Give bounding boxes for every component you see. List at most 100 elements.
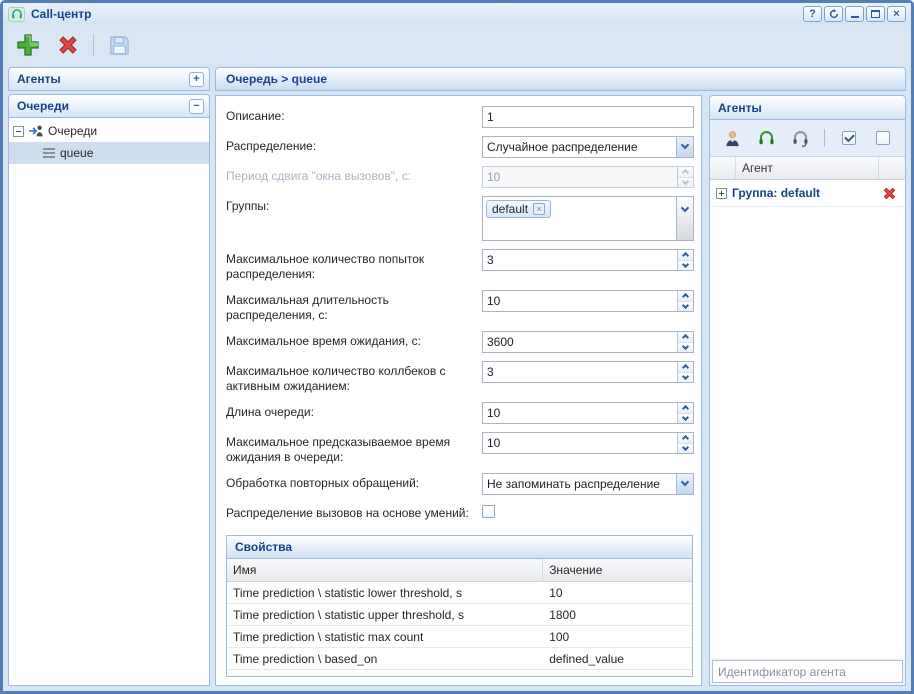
properties-header: Свойства (227, 536, 692, 559)
properties-table-header: Имя Значение (227, 559, 692, 582)
field-predicted-wait-label: Максимальное предсказываемое время ожида… (226, 432, 482, 465)
red-x-icon (881, 185, 898, 202)
online-agents-button[interactable] (756, 127, 777, 149)
window-controls: ? × (803, 6, 906, 22)
agent-filter-button[interactable] (722, 127, 743, 149)
help-button[interactable]: ? (803, 6, 822, 22)
agents-footer (710, 658, 905, 685)
spinner-up-icon[interactable] (678, 250, 693, 260)
red-x-icon (55, 32, 81, 58)
table-row[interactable]: Time prediction \ statistic upper thresh… (227, 604, 692, 626)
save-button[interactable] (104, 30, 134, 60)
agent-column-header[interactable]: Агент (736, 157, 879, 179)
spinner-up-icon[interactable] (678, 332, 693, 342)
checkbox-unchecked-icon (876, 131, 890, 145)
column-value-header[interactable]: Значение (543, 559, 692, 581)
description-input[interactable] (482, 106, 694, 128)
queues-tree: Очереди queue (8, 118, 210, 686)
tag-close-icon[interactable]: × (533, 203, 545, 215)
deselect-all-button[interactable] (872, 127, 893, 149)
expand-expander-icon[interactable] (716, 188, 727, 199)
spinner-up-icon[interactable] (678, 433, 693, 443)
field-skills-based: Распределение вызовов на основе умений: (226, 503, 693, 521)
delete-button[interactable] (53, 30, 83, 60)
field-description-label: Описание: (226, 106, 482, 128)
field-skills-based-label: Распределение вызовов на основе умений: (226, 503, 482, 521)
spinner-up-icon[interactable] (678, 403, 693, 413)
field-max-duration: Максимальная длительность распределения,… (226, 290, 693, 323)
chevron-down-icon[interactable] (676, 137, 693, 157)
floppy-disk-icon (107, 33, 132, 58)
field-repeat-handling-label: Обработка повторных обращений: (226, 473, 482, 495)
spinner-down-icon[interactable] (678, 413, 693, 424)
remove-group-button[interactable] (881, 185, 898, 202)
table-row[interactable]: Time prediction \ defined value 60 (227, 670, 692, 677)
queue-form-header: Очередь > queue (215, 67, 906, 91)
field-max-callbacks: Максимальное количество коллбеков с акти… (226, 361, 693, 394)
field-window-shift: Период сдвига "окна вызовов", с: (226, 166, 693, 188)
refresh-button[interactable] (824, 6, 843, 22)
plus-icon (15, 32, 41, 58)
minimize-button[interactable] (845, 6, 864, 22)
grid-selector-column (710, 157, 736, 179)
select-all-button[interactable] (838, 127, 859, 149)
agent-id-input[interactable] (712, 660, 903, 683)
accordion-queues-header[interactable]: Очереди − (8, 94, 210, 118)
maximize-button[interactable] (866, 6, 885, 22)
tree-node-queue[interactable]: queue (9, 142, 209, 164)
skills-checkbox[interactable] (482, 505, 495, 518)
field-max-wait-label: Максимальное время ожидания, с: (226, 331, 482, 353)
close-button[interactable]: × (887, 6, 906, 22)
spinner-down-icon[interactable] (678, 443, 693, 454)
headset-app-icon (8, 7, 25, 22)
collapse-expander-icon[interactable] (13, 126, 24, 137)
agents-grid-header: Агент (710, 157, 905, 180)
queue-form: Описание: Распределение: Пе (215, 95, 702, 686)
spinner-down-icon[interactable] (678, 342, 693, 353)
call-center-window: Call-центр ? × (0, 0, 914, 694)
group-row-default[interactable]: Группа: default (710, 180, 905, 207)
chevron-down-icon[interactable] (676, 474, 693, 494)
spinner-down-icon (678, 177, 693, 188)
predicted-wait-spinner[interactable] (482, 432, 694, 454)
properties-panel: Свойства Имя Значение Time prediction \ … (226, 535, 693, 677)
field-max-wait: Максимальное время ожидания, с: (226, 331, 693, 353)
agents-panel-title: Агенты (718, 101, 762, 115)
tree-node-queues[interactable]: Очереди (9, 120, 209, 142)
group-row-label: Группа: default (732, 186, 820, 200)
accordion-agents-header[interactable]: Агенты + (8, 67, 210, 91)
spinner-up-icon[interactable] (678, 291, 693, 301)
max-wait-spinner[interactable] (482, 331, 694, 353)
repeat-handling-select[interactable] (482, 473, 694, 495)
grid-action-column (879, 157, 905, 179)
groups-multiselect[interactable]: default × (482, 196, 694, 241)
expand-plus-icon[interactable]: + (189, 72, 204, 87)
tree-node-queues-label: Очереди (48, 124, 97, 138)
agents-panel-header: Агенты (710, 96, 905, 120)
window-shift-spinner (482, 166, 694, 188)
chevron-down-icon[interactable] (676, 197, 693, 240)
table-row[interactable]: Time prediction \ statistic lower thresh… (227, 582, 692, 604)
max-attempts-spinner[interactable] (482, 249, 694, 271)
field-max-attempts-label: Максимальное количество попыток распреде… (226, 249, 482, 282)
field-window-shift-label: Период сдвига "окна вызовов", с: (226, 166, 482, 188)
title-bar: Call-центр ? × (3, 3, 911, 25)
table-row[interactable]: Time prediction \ statistic max count 10… (227, 626, 692, 648)
spinner-down-icon[interactable] (678, 372, 693, 383)
max-duration-spinner[interactable] (482, 290, 694, 312)
queue-length-spinner[interactable] (482, 402, 694, 424)
table-row[interactable]: Time prediction \ based_on defined_value (227, 648, 692, 670)
group-tag-default[interactable]: default × (486, 200, 551, 218)
field-max-callbacks-label: Максимальное количество коллбеков с акти… (226, 361, 482, 394)
column-name-header[interactable]: Имя (227, 559, 543, 581)
spinner-down-icon[interactable] (678, 301, 693, 312)
spinner-down-icon[interactable] (678, 260, 693, 271)
collapse-minus-icon[interactable]: − (189, 99, 204, 114)
tree-node-queue-label: queue (60, 146, 93, 160)
headset-gray-icon (791, 129, 810, 148)
add-button[interactable] (13, 30, 43, 60)
offline-agents-button[interactable] (790, 127, 811, 149)
max-callbacks-spinner[interactable] (482, 361, 694, 383)
distribution-select[interactable] (482, 136, 694, 158)
spinner-up-icon[interactable] (678, 362, 693, 372)
